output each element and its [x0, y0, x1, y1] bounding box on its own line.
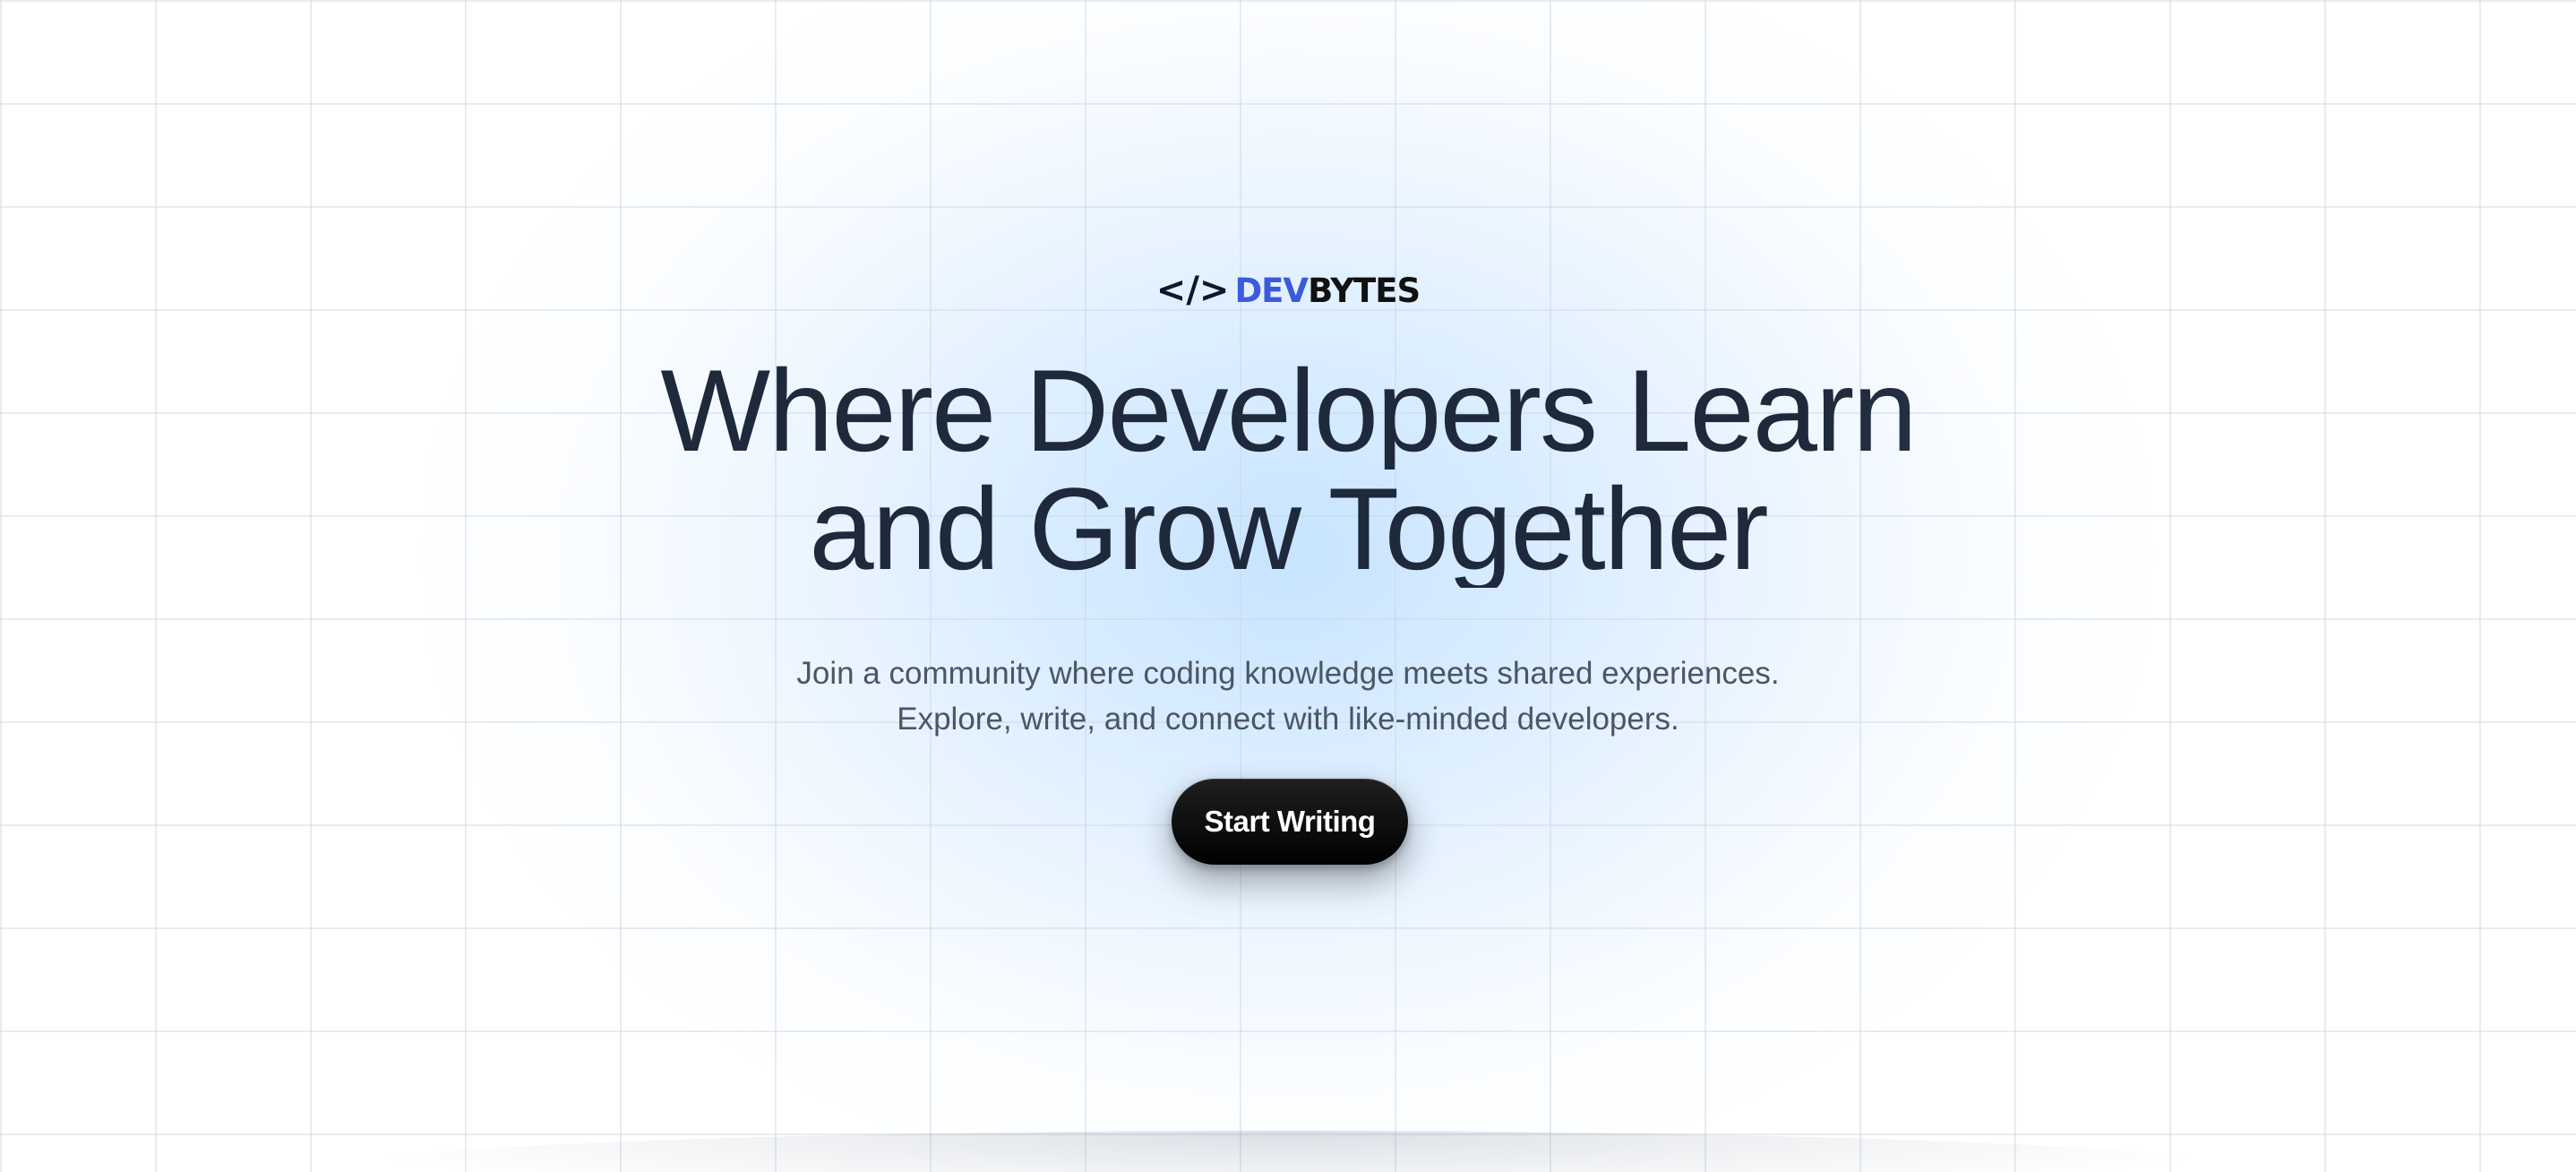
hero-headline-line-1: Where Developers Learn: [0, 351, 2576, 470]
code-brackets-icon: </>: [1155, 270, 1230, 311]
landing-page: </> DEVBYTES Where Developers Learn and …: [0, 0, 2576, 1172]
brand-name: DEVBYTES: [1234, 271, 1421, 310]
hero-subtitle-line-2: Explore, write, and connect with like-mi…: [897, 702, 1679, 737]
hero-headline: Where Developers Learn and Grow Together: [0, 351, 2576, 588]
start-writing-button[interactable]: Start Writing: [1172, 779, 1408, 865]
hero-subtitle-line-1: Join a community where coding knowledge …: [796, 656, 1780, 691]
brand-name-bytes: BYTES: [1308, 271, 1421, 310]
brand-logo[interactable]: </> DEVBYTES: [0, 272, 2576, 308]
hero-headline-line-2: and Grow Together: [0, 470, 2576, 588]
hero-subtitle: Join a community where coding knowledge …: [0, 651, 2576, 742]
brand-name-dev: DEV: [1234, 271, 1309, 310]
hero-section: </> DEVBYTES Where Developers Learn and …: [0, 0, 2576, 1172]
